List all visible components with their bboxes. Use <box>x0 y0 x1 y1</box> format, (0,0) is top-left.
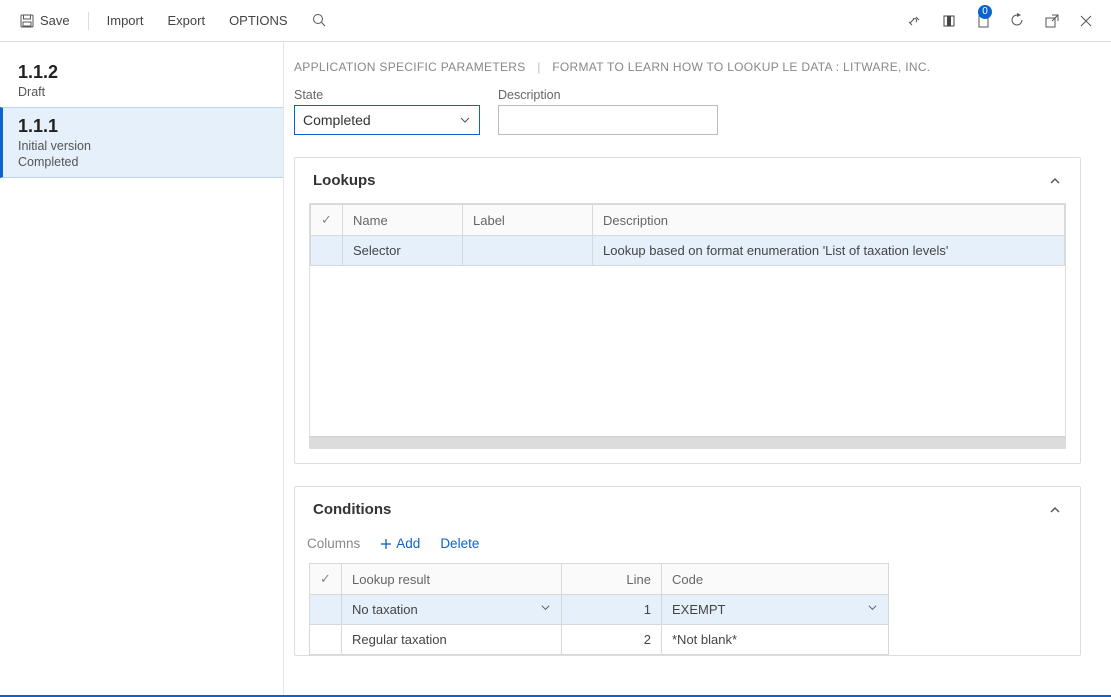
version-item[interactable]: 1.1.1 Initial version Completed <box>0 107 283 178</box>
delete-button[interactable]: Delete <box>440 536 479 551</box>
version-status: Draft <box>18 85 265 99</box>
breadcrumb: APPLICATION SPECIFIC PARAMETERS | FORMAT… <box>294 60 1081 74</box>
row-check[interactable] <box>310 595 342 625</box>
check-header[interactable]: ✓ <box>310 564 342 595</box>
version-status: Completed <box>18 155 265 169</box>
version-item[interactable]: 1.1.2 Draft <box>0 54 283 107</box>
close-button[interactable] <box>1071 8 1101 34</box>
lookups-panel: Lookups ✓ Name <box>294 157 1081 464</box>
breadcrumb-part: FORMAT TO LEARN HOW TO LOOKUP LE DATA : … <box>552 60 930 74</box>
refresh-icon <box>1010 13 1025 28</box>
row-label <box>463 236 593 266</box>
chevron-down-icon[interactable] <box>867 602 878 613</box>
breadcrumb-separator: | <box>537 60 540 74</box>
breadcrumb-part: APPLICATION SPECIFIC PARAMETERS <box>294 60 526 74</box>
state-label: State <box>294 88 480 102</box>
attach-button[interactable] <box>900 8 930 34</box>
table-row[interactable]: Selector Lookup based on format enumerat… <box>311 236 1065 266</box>
row-check[interactable] <box>310 625 342 655</box>
row-result[interactable]: Regular taxation <box>342 625 562 655</box>
chevron-up-icon <box>1048 174 1062 188</box>
row-code[interactable]: EXEMPT <box>662 595 889 625</box>
office-button[interactable] <box>934 8 964 34</box>
office-icon <box>942 14 956 28</box>
row-result[interactable]: No taxation <box>342 595 562 625</box>
export-button[interactable]: Export <box>157 7 215 34</box>
description-header[interactable]: Description <box>593 205 1065 236</box>
table-row[interactable]: Regular taxation 2 *Not blank* <box>310 625 889 655</box>
table-row[interactable]: No taxation 1 EXEMPT <box>310 595 889 625</box>
row-code[interactable]: *Not blank* <box>662 625 889 655</box>
conditions-table: ✓ Lookup result Line Code <box>309 563 889 655</box>
row-check[interactable] <box>311 236 343 266</box>
import-button[interactable]: Import <box>97 7 154 34</box>
link-icon <box>908 14 922 28</box>
conditions-actions: Columns Add Delete <box>295 532 1080 563</box>
name-header[interactable]: Name <box>343 205 463 236</box>
state-field: State Completed <box>294 88 480 135</box>
check-header[interactable]: ✓ <box>311 205 343 236</box>
main-content: APPLICATION SPECIFIC PARAMETERS | FORMAT… <box>284 42 1111 695</box>
chevron-down-icon <box>459 114 471 126</box>
line-header[interactable]: Line <box>562 564 662 595</box>
chevron-up-icon <box>1048 503 1062 517</box>
label-header[interactable]: Label <box>463 205 593 236</box>
notification-badge: 0 <box>978 5 992 19</box>
row-description: Lookup based on format enumeration 'List… <box>593 236 1065 266</box>
version-sidebar: 1.1.2 Draft 1.1.1 Initial version Comple… <box>0 42 284 695</box>
header-fields: State Completed Description <box>294 88 1081 135</box>
description-label: Description <box>498 88 718 102</box>
close-icon <box>1079 14 1093 28</box>
add-button[interactable]: Add <box>380 536 420 551</box>
result-header[interactable]: Lookup result <box>342 564 562 595</box>
app-window: Save Import Export OPTIONS 0 <box>0 0 1111 697</box>
lookups-table-wrap: ✓ Name Label Description Se <box>309 203 1066 449</box>
options-button[interactable]: OPTIONS <box>219 7 298 34</box>
description-input[interactable] <box>498 105 718 135</box>
version-status: Initial version <box>18 139 265 153</box>
lookups-table: ✓ Name Label Description Se <box>310 204 1065 266</box>
version-number: 1.1.2 <box>18 62 265 83</box>
horizontal-scrollbar[interactable] <box>310 436 1065 448</box>
row-line: 1 <box>562 595 662 625</box>
version-number: 1.1.1 <box>18 116 265 137</box>
body: 1.1.2 Draft 1.1.1 Initial version Comple… <box>0 42 1111 695</box>
code-header[interactable]: Code <box>662 564 889 595</box>
conditions-title: Conditions <box>313 501 391 518</box>
conditions-header[interactable]: Conditions <box>295 487 1080 532</box>
search-button[interactable] <box>302 7 337 34</box>
columns-button[interactable]: Columns <box>307 536 360 551</box>
state-select[interactable]: Completed <box>294 105 480 135</box>
search-icon <box>312 13 327 28</box>
save-button[interactable]: Save <box>10 7 80 34</box>
toolbar-divider <box>88 12 89 30</box>
chevron-down-icon[interactable] <box>540 602 551 613</box>
lookups-title: Lookups <box>313 172 376 189</box>
notifications-button[interactable]: 0 <box>968 7 998 35</box>
conditions-panel: Conditions Columns Add Delete <box>294 486 1081 656</box>
save-label: Save <box>40 13 70 28</box>
popout-icon <box>1045 14 1059 28</box>
description-field: Description <box>498 88 718 135</box>
lookups-header[interactable]: Lookups <box>295 158 1080 203</box>
refresh-button[interactable] <box>1002 7 1033 34</box>
row-name: Selector <box>343 236 463 266</box>
plus-icon <box>380 538 392 550</box>
lookups-empty-area <box>310 266 1065 436</box>
row-line: 2 <box>562 625 662 655</box>
toolbar: Save Import Export OPTIONS 0 <box>0 0 1111 42</box>
save-icon <box>20 14 34 28</box>
state-value: Completed <box>303 112 371 128</box>
popout-button[interactable] <box>1037 8 1067 34</box>
